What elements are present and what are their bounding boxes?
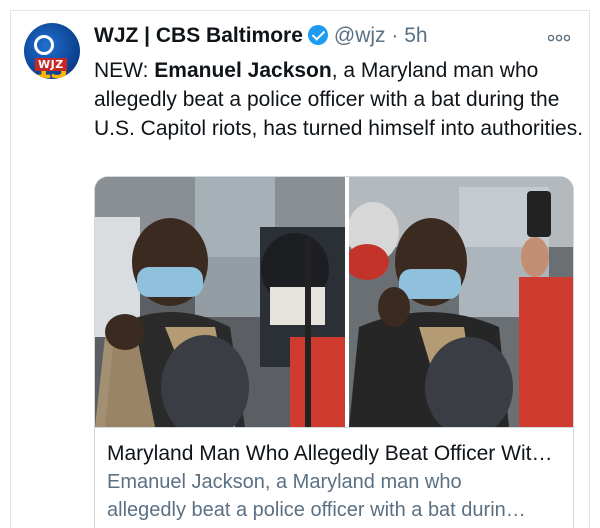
wjz-13-logo: 13 <box>34 31 80 79</box>
avatar[interactable]: 13 WJZ <box>24 23 80 79</box>
card-photo-left <box>95 177 345 427</box>
tweet-text: NEW: Emanuel Jackson, a Maryland man who… <box>94 56 584 143</box>
tweet-bold-name[interactable]: Emanuel Jackson <box>154 59 331 82</box>
tweet-timestamp[interactable]: 5h <box>404 24 427 47</box>
more-icon[interactable] <box>547 30 571 44</box>
logo-text: WJZ <box>35 58 67 71</box>
card-description-line1: Emanuel Jackson, a Maryland man who <box>107 471 462 493</box>
verified-badge-icon <box>307 25 328 45</box>
separator-dot: · <box>391 24 399 47</box>
card-photo-right <box>349 177 573 427</box>
tweet-header: WJZ | CBS Baltimore @wjz · 5h <box>94 22 428 50</box>
account-handle[interactable]: @wjz <box>334 24 386 47</box>
card-description: Emanuel Jackson, a Maryland man who alle… <box>107 468 553 524</box>
card-body: Maryland Man Who Allegedly Beat Officer … <box>95 427 573 524</box>
more-dots <box>547 34 571 42</box>
photo-right-image <box>349 177 573 427</box>
card-description-line2: allegedly beat a police officer with a b… <box>107 499 526 521</box>
tweet-prefix: NEW: <box>94 59 155 82</box>
link-card[interactable]: Maryland Man Who Allegedly Beat Officer … <box>94 176 574 528</box>
account-name[interactable]: WJZ | CBS Baltimore <box>94 24 303 47</box>
photo-left-image <box>95 177 345 427</box>
card-title[interactable]: Maryland Man Who Allegedly Beat Officer … <box>107 440 563 468</box>
